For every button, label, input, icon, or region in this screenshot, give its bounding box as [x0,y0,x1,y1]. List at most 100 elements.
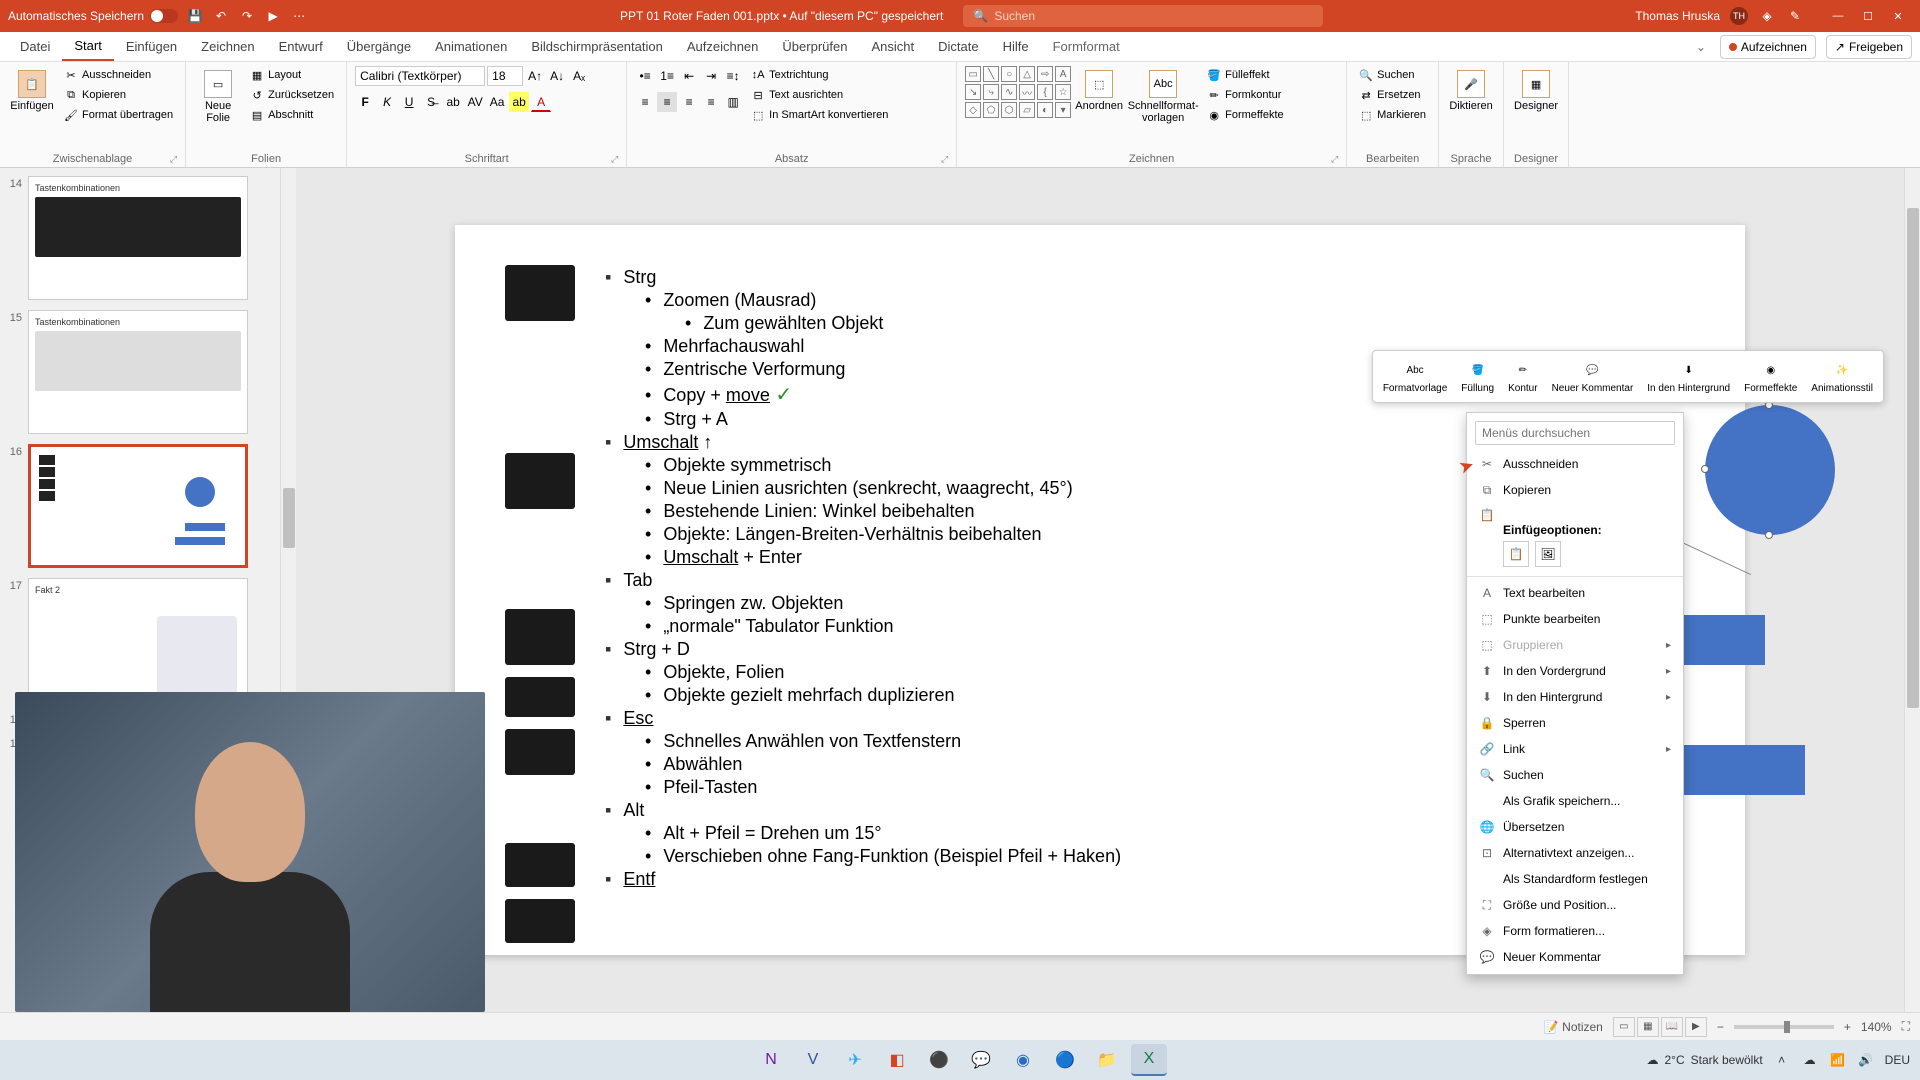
new-slide-button[interactable]: ▭ Neue Folie [194,66,242,128]
slideshow-icon[interactable]: ▶ [264,7,282,25]
ctx-search-item[interactable]: 🔍Suchen [1467,762,1683,788]
font-name-select[interactable] [355,66,485,86]
mini-effects-button[interactable]: ◉Formeffekte [1738,355,1803,398]
search-input[interactable] [994,9,1313,23]
font-size-select[interactable] [487,66,523,86]
increase-font-button[interactable]: A↑ [525,66,545,86]
layout-button[interactable]: ▦Layout [246,66,338,84]
ctx-alttext[interactable]: ⊡Alternativtext anzeigen... [1467,840,1683,866]
dictate-button[interactable]: 🎤Diktieren [1447,66,1495,116]
arrange-button[interactable]: ⬚Anordnen [1075,66,1123,116]
find-button[interactable]: 🔍Suchen [1355,66,1430,84]
mini-comment-button[interactable]: 💬Neuer Kommentar [1546,355,1640,398]
shape-r4[interactable]: ▱ [1019,102,1035,118]
view-slideshow-button[interactable]: ▶ [1685,1017,1707,1037]
tab-start[interactable]: Start [62,32,113,61]
bullets-button[interactable]: •≡ [635,66,655,86]
ctx-format-shape[interactable]: ◈Form formatieren... [1467,918,1683,944]
task-onenote[interactable]: N [753,1044,789,1076]
shape-r2[interactable]: ⬠ [983,102,999,118]
reset-button[interactable]: ↺Zurücksetzen [246,86,338,104]
align-center-button[interactable]: ≡ [657,92,677,112]
tab-zeichnen[interactable]: Zeichnen [189,33,266,60]
tab-animationen[interactable]: Animationen [423,33,519,60]
tray-lang[interactable]: DEU [1885,1053,1910,1067]
zoom-in-button[interactable]: + [1844,1020,1851,1034]
spacing-button[interactable]: AV [465,92,485,112]
numbering-button[interactable]: 1≡ [657,66,677,86]
outdent-button[interactable]: ⇤ [679,66,699,86]
ctx-edit-points[interactable]: ⬚Punkte bearbeiten [1467,606,1683,632]
ctx-bring-front[interactable]: ⬆In den Vordergrund▸ [1467,658,1683,684]
task-explorer[interactable]: 📁 [1089,1044,1125,1076]
align-left-button[interactable]: ≡ [635,92,655,112]
shape-rect[interactable]: ▭ [965,66,981,82]
share-button[interactable]: ↗Freigeben [1826,35,1912,59]
format-painter-button[interactable]: 🖌Format übertragen [60,106,177,124]
task-visio[interactable]: V [795,1044,831,1076]
ctx-new-comment[interactable]: 💬Neuer Kommentar [1467,944,1683,970]
quick-styles-button[interactable]: AbcSchnellformat-vorlagen [1127,66,1199,128]
search-box[interactable]: 🔍 [963,5,1323,27]
indent-button[interactable]: ⇥ [701,66,721,86]
task-excel[interactable]: X [1131,1044,1167,1076]
ctx-search-input[interactable] [1475,421,1675,445]
shape-arrow[interactable]: ⇨ [1037,66,1053,82]
mini-style-button[interactable]: AbcFormatvorlage [1377,355,1453,398]
ctx-default-shape[interactable]: Als Standardform festlegen [1467,866,1683,892]
thumbnail[interactable]: Fakt 2 [28,578,248,702]
rect-shape-1[interactable] [1675,615,1765,665]
justify-button[interactable]: ≡ [701,92,721,112]
close-button[interactable]: ✕ [1884,5,1912,27]
paragraph-launcher[interactable]: ⤢ [941,154,948,165]
mini-fill-button[interactable]: 🪣Füllung [1455,355,1500,398]
ctx-lock[interactable]: 🔒Sperren [1467,710,1683,736]
ctx-link[interactable]: 🔗Link▸ [1467,736,1683,762]
ctx-copy[interactable]: ⧉Kopieren [1467,477,1683,503]
task-app1[interactable]: ◧ [879,1044,915,1076]
thumb-14[interactable]: 14 Tastenkombinationen [4,176,276,300]
ctx-edit-text[interactable]: AText bearbeiten [1467,580,1683,606]
font-color-button[interactable]: A [531,92,551,112]
designer-button[interactable]: ▦Designer [1512,66,1560,116]
redo-icon[interactable]: ↷ [238,7,256,25]
shape-brace[interactable]: { [1037,84,1053,100]
shape-curve[interactable]: ∿ [1001,84,1017,100]
line-spacing-button[interactable]: ≡↕ [723,66,743,86]
paste-opt-pic[interactable]: 🖼 [1535,541,1561,567]
tab-ueberpruefen[interactable]: Überprüfen [770,33,859,60]
shape-effects-button[interactable]: ◉Formeffekte [1203,106,1288,124]
mini-outline-button[interactable]: ✏Kontur [1502,355,1543,398]
shape-line[interactable]: ╲ [983,66,999,82]
italic-button[interactable]: K [377,92,397,112]
tab-dictate[interactable]: Dictate [926,33,990,60]
toggle-switch[interactable] [150,9,178,23]
tray-volume[interactable]: 🔊 [1857,1051,1875,1069]
slide-scrollbar[interactable] [1904,168,1920,1012]
shape-r1[interactable]: ◇ [965,102,981,118]
task-app3[interactable]: ◉ [1005,1044,1041,1076]
tray-wifi[interactable]: 📶 [1829,1051,1847,1069]
paste-opt-dest[interactable]: 📋 [1503,541,1529,567]
circle-shape-selected[interactable] [1705,405,1835,535]
paste-button[interactable]: 📋 Einfügen [8,66,56,116]
ctx-size-position[interactable]: ⛶Größe und Position... [1467,892,1683,918]
decrease-font-button[interactable]: A↓ [547,66,567,86]
shape-text[interactable]: A [1055,66,1071,82]
weather-widget[interactable]: ☁ 2°C Stark bewölkt [1646,1053,1762,1067]
view-normal-button[interactable]: ▭ [1613,1017,1635,1037]
thumb-17[interactable]: 17 Fakt 2 [4,578,276,702]
selection-handle[interactable] [1765,531,1773,539]
task-telegram[interactable]: ✈ [837,1044,873,1076]
shape-r5[interactable]: ◐ [1037,102,1053,118]
align-right-button[interactable]: ≡ [679,92,699,112]
scroll-thumb[interactable] [1907,208,1919,708]
minimize-button[interactable]: — [1824,5,1852,27]
underline-button[interactable]: U [399,92,419,112]
tab-datei[interactable]: Datei [8,33,62,60]
text-direction-button[interactable]: ↕ATextrichtung [747,66,892,84]
task-app4[interactable]: 🔵 [1047,1044,1083,1076]
tab-hilfe[interactable]: Hilfe [991,33,1041,60]
undo-icon[interactable]: ↶ [212,7,230,25]
ctx-search[interactable] [1475,421,1675,445]
